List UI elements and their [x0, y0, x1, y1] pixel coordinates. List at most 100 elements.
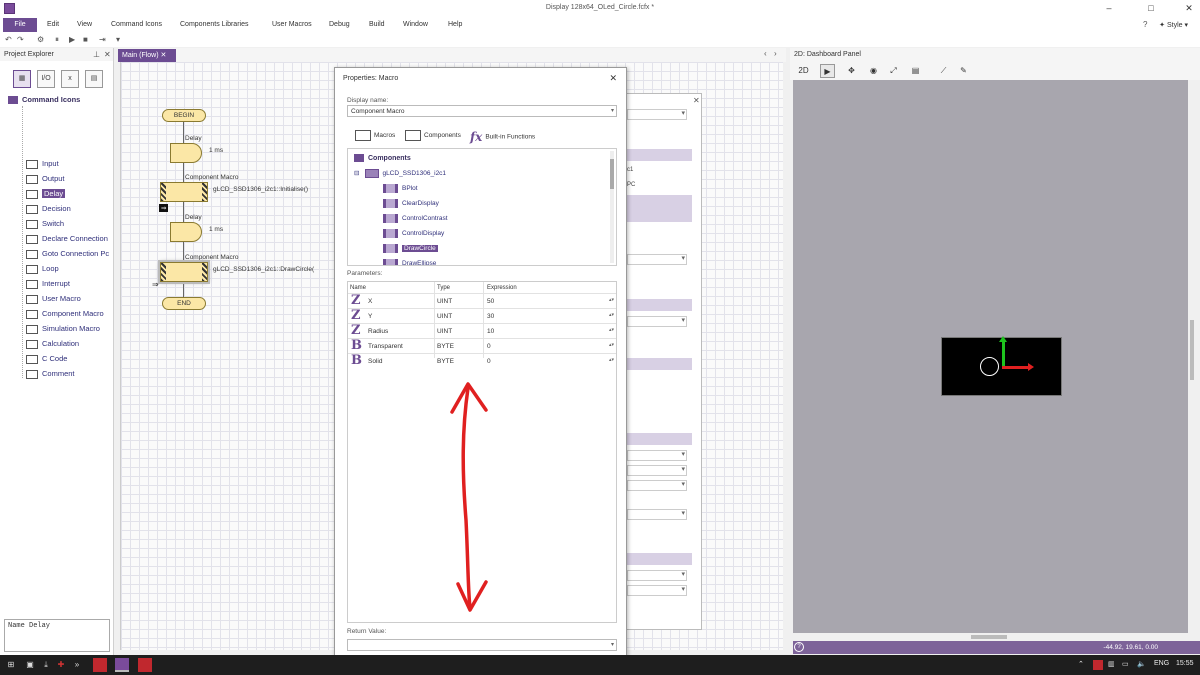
menu-help[interactable]: Help — [448, 21, 462, 28]
tab-main-flow[interactable]: Main (Flow) ✕ — [118, 49, 176, 62]
delay1-block[interactable] — [170, 143, 202, 163]
menu-user-macros[interactable]: User Macros — [272, 21, 312, 28]
sidebar-item-switch[interactable]: Switch — [26, 219, 64, 232]
x-axis-gizmo[interactable] — [1002, 363, 1034, 371]
macros-tab-icon[interactable]: ▤ — [85, 70, 103, 88]
close-icon[interactable]: ✕ — [1182, 3, 1196, 14]
bg-dropdown-1[interactable] — [627, 109, 687, 120]
panel-close-icon[interactable]: ✕ — [104, 50, 111, 59]
volume-icon[interactable]: 🔈 — [1137, 660, 1146, 668]
command-icons-tab-icon[interactable]: ▦ — [13, 70, 31, 88]
sidebar-item-user-macro[interactable]: User Macro — [26, 294, 81, 307]
component-macro-tree[interactable]: Components ⊟ gLCD_SSD1306_i2c1 BPlot Clear… — [347, 148, 617, 266]
toolbar-more-icon[interactable]: ▾ — [116, 35, 120, 44]
parameter-expression[interactable]: 10 — [487, 328, 494, 335]
network-icon[interactable]: ▥ — [1108, 660, 1115, 668]
bg-dropdown-2[interactable] — [627, 254, 687, 265]
dashboard-horizontal-scrollbar[interactable] — [793, 633, 1188, 641]
macro-item-controldisplay[interactable]: ControlDisplay — [383, 229, 444, 238]
flowcode-app-icon[interactable] — [115, 658, 129, 672]
parameter-row-solid[interactable]: B Solid BYTE 0 ▴▾ — [348, 353, 616, 368]
dialog-close-icon[interactable]: ✕ — [609, 73, 617, 84]
stop-icon[interactable]: ■ — [83, 35, 88, 44]
vivaldi-app-icon[interactable] — [93, 658, 107, 672]
parameter-row-y[interactable]: Z Y UINT 30 ▴▾ — [348, 308, 616, 323]
macro-item-controlcontrast[interactable]: ControlContrast — [383, 214, 448, 223]
menu-build[interactable]: Build — [369, 21, 385, 28]
tray-chevron-icon[interactable]: ⌃ — [1078, 660, 1084, 668]
dashboard-vertical-scrollbar[interactable] — [1188, 80, 1196, 633]
delay2-block[interactable] — [170, 222, 202, 242]
expression-spinner-icon[interactable]: ▴▾ — [609, 327, 614, 333]
help-circle-icon[interactable]: ? — [794, 642, 804, 652]
expression-spinner-icon[interactable]: ▴▾ — [609, 312, 614, 318]
help-icon[interactable]: ? — [1143, 20, 1147, 29]
parameter-expression[interactable]: 0 — [487, 358, 491, 365]
menu-window[interactable]: Window — [403, 21, 428, 28]
run-icon[interactable]: ▶ — [69, 35, 75, 44]
sidebar-item-simulation-macro[interactable]: Simulation Macro — [26, 324, 100, 337]
pin-icon[interactable]: ⊥ — [93, 50, 100, 59]
tree-root-command-icons[interactable]: Command Icons — [8, 95, 80, 105]
parameter-expression[interactable]: 30 — [487, 313, 494, 320]
download-icon[interactable]: ⤓ — [40, 658, 52, 672]
probe-icon[interactable]: ⟋ — [936, 64, 951, 78]
select-pointer-icon[interactable]: ▶ — [820, 64, 835, 78]
macro2-block-selected[interactable] — [160, 262, 208, 282]
y-axis-gizmo[interactable] — [999, 336, 1007, 367]
oled-display[interactable] — [941, 336, 1062, 396]
settings-icon[interactable]: ⚙ — [37, 35, 44, 44]
variables-tab-icon[interactable]: x — [61, 70, 79, 88]
bg-dropdown-9[interactable] — [627, 585, 687, 596]
end-terminator[interactable]: END — [162, 297, 206, 310]
bg-dropdown-6[interactable] — [627, 480, 687, 491]
parameter-row-x[interactable]: Z X UINT 50 ▴▾ — [348, 293, 616, 308]
menu-view[interactable]: View — [77, 21, 92, 28]
maximize-icon[interactable]: □ — [1144, 3, 1158, 13]
sidebar-item-input[interactable]: Input — [26, 159, 59, 172]
menu-file[interactable]: File — [3, 18, 37, 32]
sidebar-item-component-macro[interactable]: Component Macro — [26, 309, 104, 322]
taskbar-overflow-icon[interactable]: » — [72, 658, 82, 672]
tab-macros[interactable]: Macros — [355, 130, 395, 141]
macro-item-drawellipse[interactable]: DrawEllipse — [383, 259, 436, 265]
bg-dropdown-7[interactable] — [627, 509, 687, 520]
minimize-icon[interactable]: – — [1102, 3, 1116, 13]
move-icon[interactable]: ✥ — [844, 64, 859, 78]
parameter-row-radius[interactable]: Z Radius UINT 10 ▴▾ — [348, 323, 616, 338]
io-tab-icon[interactable]: I/O — [37, 70, 55, 88]
tab-components[interactable]: Components — [405, 130, 461, 141]
pencil-icon[interactable]: ✎ — [956, 64, 971, 78]
vivaldi-app-icon-2[interactable] — [138, 658, 152, 672]
menu-components-libraries[interactable]: Components Libraries — [180, 21, 248, 28]
language-indicator[interactable]: ENG — [1154, 660, 1169, 667]
sidebar-item-c-code[interactable]: C Code — [26, 354, 67, 367]
bg-close-icon[interactable]: ✕ — [693, 96, 700, 105]
menu-edit[interactable]: Edit — [47, 21, 59, 28]
macro-item-drawcircle[interactable]: DrawCircle — [383, 244, 438, 253]
bg-dropdown-3[interactable] — [627, 316, 687, 327]
sidebar-item-interrupt[interactable]: Interrupt — [26, 279, 70, 292]
menu-debug[interactable]: Debug — [329, 21, 350, 28]
start-windows-icon[interactable]: ⊞ — [4, 658, 18, 672]
sidebar-item-goto-connection-pc[interactable]: Goto Connection Pc — [26, 249, 109, 262]
step-icon[interactable]: ⇥ — [99, 35, 106, 44]
macro-item-bplot[interactable]: BPlot — [383, 184, 418, 193]
clock[interactable]: 15:55 — [1176, 660, 1194, 667]
sidebar-item-comment[interactable]: Comment — [26, 369, 75, 382]
redo-icon[interactable]: ↷ — [17, 35, 24, 44]
parameter-row-transparent[interactable]: B Transparent BYTE 0 ▴▾ — [348, 338, 616, 353]
tab-scroll-left-icon[interactable]: ‹ — [764, 49, 767, 58]
macro1-block[interactable] — [160, 182, 208, 202]
tab-scroll-right-icon[interactable]: › — [774, 49, 777, 58]
zoom-fit-icon[interactable]: ⤢ — [886, 64, 901, 78]
sidebar-item-output[interactable]: Output — [26, 174, 65, 187]
flag-icon[interactable]: ✚ — [55, 658, 67, 672]
sidebar-item-decision[interactable]: Decision — [26, 204, 71, 217]
menu-command-icons[interactable]: Command Icons — [111, 21, 162, 28]
bg-dropdown-4[interactable] — [627, 450, 687, 461]
parameter-expression[interactable]: 50 — [487, 298, 494, 305]
style-menu[interactable]: ✦ Style ▾ — [1159, 21, 1188, 29]
flowchart-scrollbar[interactable] — [783, 62, 789, 650]
expression-spinner-icon[interactable]: ▴▾ — [609, 342, 614, 348]
